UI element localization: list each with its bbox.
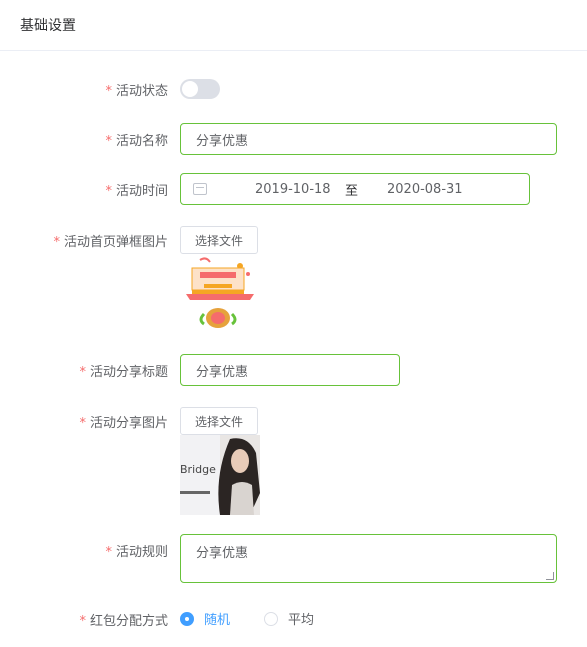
resize-handle-icon[interactable]	[546, 572, 554, 580]
date-separator: 至	[345, 183, 359, 199]
status-toggle[interactable]	[180, 79, 220, 99]
required-mark: *	[79, 416, 86, 431]
form-row-rules: * 活动规则 分享优惠	[0, 534, 587, 584]
toggle-knob	[182, 81, 198, 97]
required-mark: *	[105, 84, 112, 99]
form-row-popup-image: * 活动首页弹框图片 选择文件	[0, 226, 587, 336]
form-row-name: * 活动名称 分享优惠	[0, 123, 587, 155]
popup-choose-file-button[interactable]: 选择文件	[180, 226, 259, 254]
share-title-label: * 活动分享标题	[79, 365, 168, 380]
form-row-time: * 活动时间 2019-10-18 至 2020-08-31	[0, 173, 587, 205]
time-label: * 活动时间	[105, 184, 168, 199]
radio-average[interactable]: 平均	[264, 609, 314, 628]
date-range-picker[interactable]: 2019-10-18 至 2020-08-31	[180, 173, 530, 205]
required-mark: *	[53, 235, 60, 250]
radio-random[interactable]: 随机	[180, 609, 230, 628]
name-input-value: 分享优惠	[196, 133, 249, 149]
name-input[interactable]: 分享优惠	[180, 123, 557, 155]
required-mark: *	[105, 134, 112, 149]
calendar-icon	[193, 183, 207, 195]
required-mark: *	[79, 365, 86, 380]
radio-checked-icon	[180, 611, 194, 626]
share-choose-file-button[interactable]: 选择文件	[180, 407, 259, 435]
distribution-label: * 红包分配方式	[79, 614, 168, 629]
rules-textarea[interactable]: 分享优惠	[180, 534, 557, 583]
popup-image-label: * 活动首页弹框图片	[53, 235, 168, 250]
rules-value: 分享优惠	[196, 546, 249, 561]
share-image-caption: Bridge	[180, 463, 216, 476]
date-end[interactable]: 2020-08-31	[387, 182, 463, 197]
form-row-share-image: * 活动分享图片 选择文件 Bridge	[0, 407, 587, 517]
form-row-share-title: * 活动分享标题 分享优惠	[0, 354, 587, 386]
required-mark: *	[79, 614, 86, 629]
form-row-status: * 活动状态	[0, 78, 587, 100]
section-title: 基础设置	[20, 18, 76, 34]
popup-image-preview	[180, 254, 260, 332]
rules-label: * 活动规则	[105, 545, 168, 560]
form-row-distribution: * 红包分配方式 随机 平均	[0, 608, 587, 630]
required-mark: *	[105, 545, 112, 560]
share-title-value: 分享优惠	[196, 364, 249, 380]
share-title-input[interactable]: 分享优惠	[180, 354, 400, 386]
distribution-radio-group: 随机 平均	[180, 609, 348, 628]
radio-unchecked-icon	[264, 611, 279, 626]
date-start[interactable]: 2019-10-18	[255, 182, 345, 197]
required-mark: *	[105, 184, 112, 199]
status-label: * 活动状态	[105, 84, 168, 99]
share-image-label: * 活动分享图片	[79, 416, 168, 431]
share-image-preview: Bridge	[180, 435, 260, 515]
section-header: 基础设置	[0, 0, 587, 51]
name-label: * 活动名称	[105, 134, 168, 149]
